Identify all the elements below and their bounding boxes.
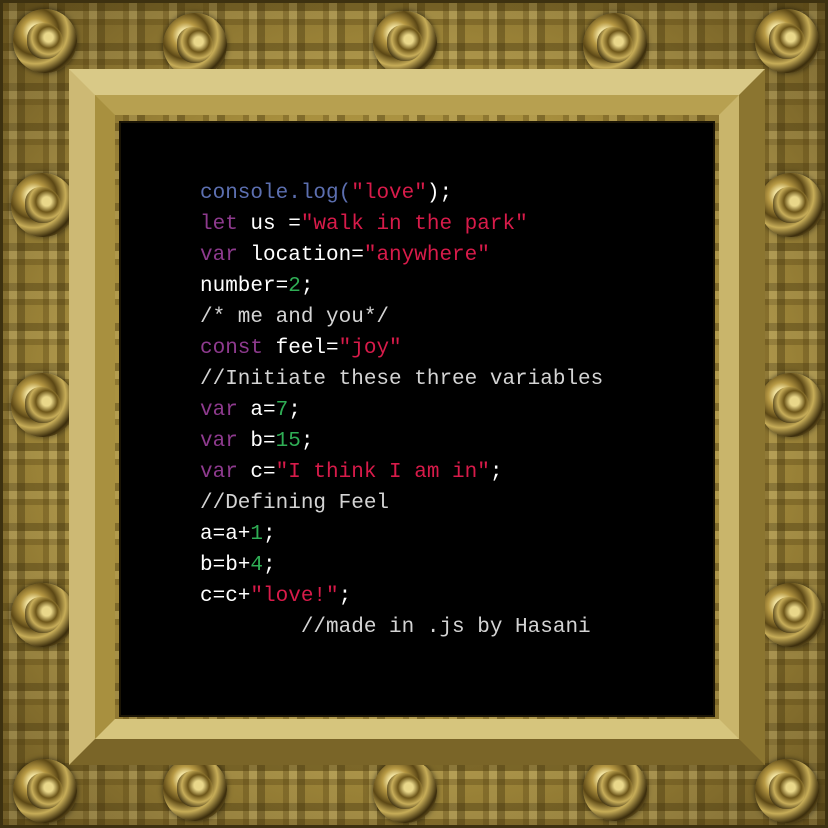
- code-token: 7: [275, 399, 289, 422]
- code-token: //Defining Feel: [200, 492, 390, 515]
- baroque-scroll-icon: [163, 757, 227, 821]
- code-token: );: [426, 182, 453, 205]
- code-token: let: [200, 213, 238, 236]
- code-token: b=b+: [200, 554, 251, 577]
- code-token: var: [200, 430, 238, 453]
- code-line: let us ="walk in the park": [200, 209, 603, 240]
- code-token: var: [200, 461, 238, 484]
- baroque-scroll-icon: [163, 13, 227, 77]
- code-token: /* me and you*/: [200, 306, 390, 329]
- code-line: const feel="joy": [200, 333, 603, 364]
- code-token: location=: [237, 244, 364, 267]
- code-token: number=: [200, 275, 289, 298]
- code-token: a=a+: [200, 523, 251, 546]
- code-token: c=c+: [200, 585, 251, 608]
- code-line: console.log("love");: [200, 178, 603, 209]
- code-token: ;: [489, 461, 503, 484]
- baroque-scroll-icon: [373, 11, 437, 75]
- code-token: ;: [338, 585, 352, 608]
- code-line: //Initiate these three variables: [200, 364, 603, 395]
- baroque-scroll-icon: [13, 9, 77, 73]
- code-line: var c="I think I am in";: [200, 457, 603, 488]
- baroque-scroll-icon: [11, 583, 75, 647]
- code-token: "I think I am in": [275, 461, 490, 484]
- code-line: number=2;: [200, 271, 603, 302]
- code-token: //made in .js by Hasani: [200, 616, 591, 639]
- code-token: b=: [237, 430, 276, 453]
- code-line: a=a+1;: [200, 519, 603, 550]
- baroque-scroll-icon: [755, 759, 819, 823]
- baroque-scroll-icon: [759, 173, 823, 237]
- code-token: var: [200, 244, 238, 267]
- code-line: /* me and you*/: [200, 302, 603, 333]
- code-token: 2: [288, 275, 301, 298]
- code-token: "anywhere": [363, 244, 490, 267]
- code-token: var: [200, 399, 238, 422]
- code-token: "love!": [250, 585, 339, 608]
- code-token: c=: [237, 461, 276, 484]
- code-line: var b=15;: [200, 426, 603, 457]
- code-block: console.log("love"); let us ="walk in the…: [200, 178, 603, 643]
- baroque-scroll-icon: [11, 373, 75, 437]
- baroque-scroll-icon: [583, 13, 647, 77]
- code-token: ;: [300, 430, 314, 453]
- baroque-scroll-icon: [11, 173, 75, 237]
- code-token: "love": [351, 182, 427, 205]
- code-token: ;: [300, 275, 314, 298]
- code-token: us =: [237, 213, 301, 236]
- code-token: feel=: [263, 337, 339, 360]
- code-token: console.log(: [200, 182, 352, 205]
- code-token: "joy": [338, 337, 402, 360]
- code-token: //Initiate these three variables: [200, 368, 604, 391]
- code-token: a=: [237, 399, 276, 422]
- baroque-scroll-icon: [759, 583, 823, 647]
- baroque-scroll-icon: [373, 759, 437, 823]
- code-line: c=c+"love!";: [200, 581, 603, 612]
- baroque-scroll-icon: [583, 757, 647, 821]
- code-token: 4: [250, 554, 264, 577]
- code-line: b=b+4;: [200, 550, 603, 581]
- code-token: const: [200, 337, 264, 360]
- code-line: //Defining Feel: [200, 488, 603, 519]
- code-token: 1: [250, 523, 264, 546]
- code-token: ;: [263, 523, 276, 546]
- baroque-scroll-icon: [13, 759, 77, 823]
- code-token: "walk in the park": [300, 213, 528, 236]
- code-token: ;: [288, 399, 301, 422]
- code-line: //made in .js by Hasani: [200, 612, 603, 643]
- code-line: var location="anywhere": [200, 240, 603, 271]
- code-line: var a=7;: [200, 395, 603, 426]
- baroque-scroll-icon: [755, 9, 819, 73]
- code-token: ;: [263, 554, 276, 577]
- baroque-scroll-icon: [759, 373, 823, 437]
- code-token: 15: [275, 430, 301, 453]
